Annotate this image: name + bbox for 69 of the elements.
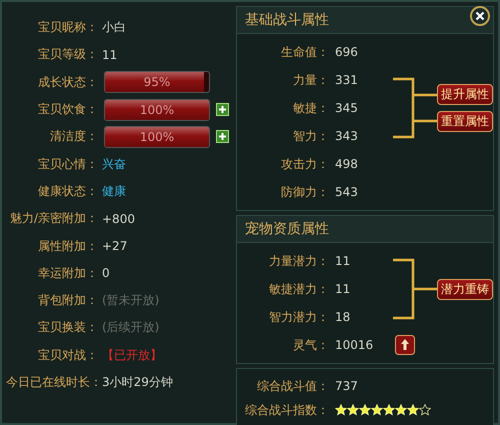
- field-label: 今日已在线时长：: [6, 374, 98, 391]
- close-icon[interactable]: [470, 6, 490, 26]
- stat-value: 498: [335, 157, 359, 171]
- panel-title: 宠物资质属性: [237, 216, 493, 243]
- stat-value: 343: [335, 129, 359, 143]
- stat-value: 345: [335, 101, 359, 115]
- action-button[interactable]: 重置属性: [437, 111, 493, 132]
- filled-star-icon: [395, 404, 407, 416]
- field-value: 3小时29分钟: [102, 374, 173, 391]
- field-value: 0: [102, 266, 110, 280]
- field-label: 成长状态：: [37, 74, 98, 91]
- field-label: 宝贝心情：: [37, 156, 98, 173]
- stat-label: 力量：: [292, 72, 329, 88]
- stat-label: 灵气：: [292, 336, 329, 354]
- stat-value: 18: [335, 310, 352, 324]
- stat-label: 生命值：: [280, 44, 329, 60]
- stat-label: 敏捷潜力：: [268, 280, 329, 298]
- stat-label: 综合战斗指数：: [244, 402, 329, 418]
- bracket-drawing: [391, 77, 437, 139]
- filled-star-icon: [359, 404, 371, 416]
- filled-star-icon: [371, 404, 383, 416]
- stat-label: 智力潜力：: [268, 308, 329, 326]
- field-label: 健康状态：: [37, 182, 98, 200]
- bracket-drawing: [391, 258, 437, 320]
- field-value: 11: [102, 48, 118, 62]
- plus-icon[interactable]: [216, 130, 229, 144]
- stat-value: 11: [335, 254, 352, 268]
- filled-star-icon: [335, 404, 347, 416]
- field-label: 宝贝饮食：: [37, 101, 98, 118]
- field-label: 宝贝换装：: [37, 319, 98, 336]
- stat-value: 11: [335, 282, 352, 296]
- field-value: (后续开放): [102, 319, 160, 336]
- stat-label: 防御力：: [280, 184, 329, 200]
- progress-reading: 100%: [138, 128, 176, 146]
- stat-label: 敏捷：: [292, 100, 329, 116]
- upgrade-icon[interactable]: [395, 335, 415, 355]
- progress-reading: 100%: [138, 102, 176, 119]
- field-value: (暂未开放): [102, 292, 160, 310]
- progress-reading: 95%: [142, 74, 172, 92]
- field-label: 清洁度：: [49, 128, 98, 146]
- filled-star-icon: [407, 404, 419, 416]
- stat-label: 力量潜力：: [268, 252, 329, 270]
- filled-star-icon: [347, 404, 359, 416]
- action-button[interactable]: 潜力重铸: [437, 278, 493, 300]
- action-button[interactable]: 提升属性: [437, 84, 493, 105]
- plus-icon[interactable]: [216, 103, 229, 116]
- stat-value: 737: [335, 379, 359, 393]
- stat-value: 331: [335, 73, 359, 87]
- field-value: +800: [102, 212, 135, 226]
- stat-value: 10016: [335, 338, 374, 352]
- field-value: 【已开放】: [102, 346, 162, 364]
- filled-star-icon: [383, 404, 395, 416]
- field-label: 魅力/亲密附加：: [8, 210, 98, 228]
- field-value: 小白: [102, 19, 126, 36]
- field-label: 属性附加：: [37, 238, 98, 255]
- field-value: 健康: [102, 182, 126, 200]
- field-label: 幸运附加：: [37, 264, 98, 282]
- stat-label: 综合战斗值：: [256, 378, 329, 394]
- field-value: 兴奋: [102, 156, 126, 173]
- stat-value: 543: [335, 185, 359, 199]
- field-value: +27: [102, 239, 128, 254]
- stat-label: 智力：: [292, 128, 329, 144]
- field-label: 宝贝昵称：: [37, 19, 98, 36]
- field-label: 宝贝等级：: [37, 46, 98, 64]
- stat-value: 696: [335, 45, 359, 59]
- panel-title: 基础战斗属性: [237, 7, 493, 34]
- stat-label: 攻击力：: [280, 156, 329, 172]
- field-label: 背包附加：: [37, 292, 98, 310]
- field-label: 宝贝对战：: [37, 346, 98, 364]
